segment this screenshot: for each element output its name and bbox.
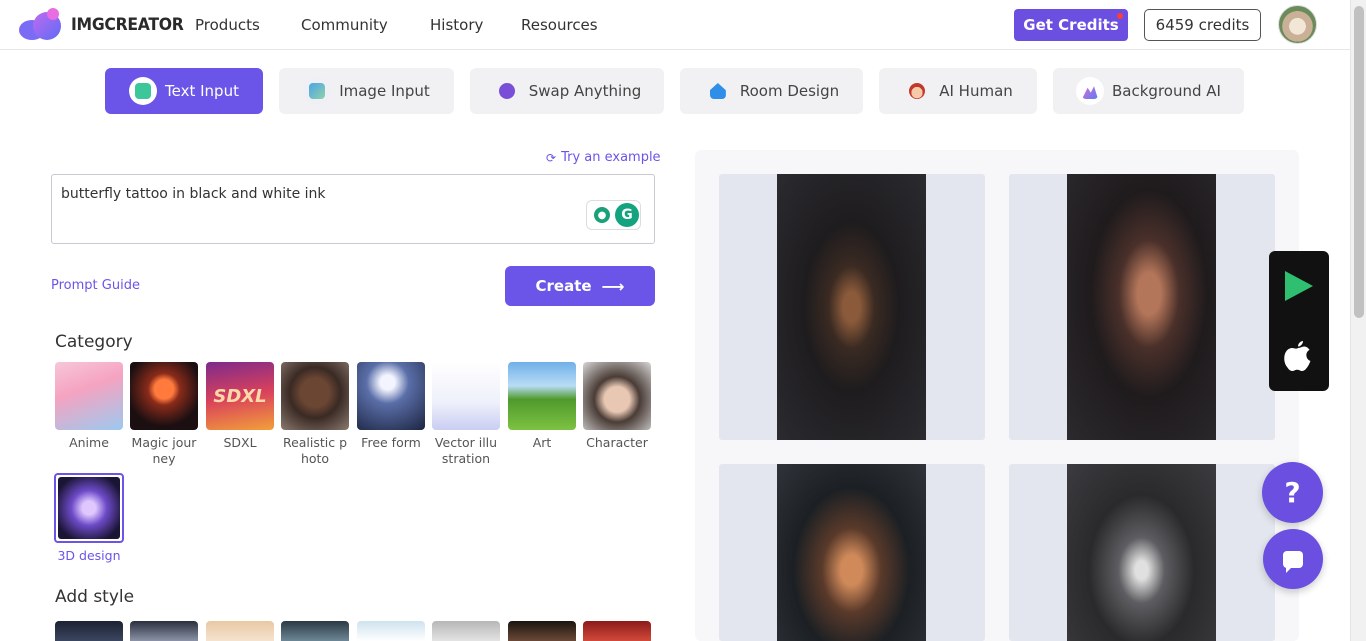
image-input-icon [303, 77, 332, 105]
apple-icon[interactable] [1284, 339, 1312, 375]
category-character[interactable]: Character [583, 362, 651, 451]
google-play-icon[interactable] [1285, 271, 1313, 301]
refresh-icon: ⟳ [546, 150, 557, 165]
chat-button[interactable] [1263, 529, 1323, 589]
category-label: Magic journey [131, 435, 197, 466]
logo-text: IMGCREATOR [71, 15, 184, 35]
nav-community[interactable]: Community [301, 16, 388, 34]
tab-label: Image Input [339, 82, 430, 100]
tab-ai-human[interactable]: AI Human [879, 68, 1037, 114]
style-thumbnail[interactable] [130, 621, 198, 641]
category-thumbnail [55, 362, 123, 430]
try-example-link[interactable]: ⟳ Try an example [546, 150, 661, 165]
category-thumbnail [583, 362, 651, 430]
category-thumbnail [54, 473, 124, 543]
results-panel [695, 150, 1299, 641]
text-input-icon [129, 77, 158, 105]
lightbulb-icon: ● [594, 207, 610, 223]
chat-bubble-icon [1283, 550, 1303, 573]
category-thumbnail [432, 362, 500, 430]
tab-swap-anything[interactable]: Swap Anything [470, 68, 664, 114]
prompt-guide-link[interactable]: Prompt Guide [51, 278, 140, 293]
category-sdxl[interactable]: SDXL SDXL [206, 362, 274, 451]
create-button[interactable]: Create ⟶ [505, 266, 655, 306]
style-thumbnail[interactable] [583, 621, 651, 641]
result-image-card[interactable] [719, 464, 985, 641]
category-art[interactable]: Art [508, 362, 576, 451]
category-label: Free form [361, 435, 421, 450]
background-ai-icon [1076, 77, 1105, 105]
result-image-card[interactable] [1009, 174, 1275, 440]
tab-label: AI Human [939, 82, 1013, 100]
prompt-textarea[interactable]: butterfly tattoo in black and white ink [51, 174, 655, 244]
style-thumbnail[interactable] [281, 621, 349, 641]
result-image-card[interactable] [1009, 464, 1275, 641]
category-label: Art [532, 435, 552, 450]
tab-label: Swap Anything [528, 82, 642, 100]
style-thumbnail[interactable] [508, 621, 576, 641]
page-scrollbar[interactable] [1350, 0, 1366, 641]
category-magic-journey[interactable]: Magic journey [130, 362, 198, 467]
get-credits-label: Get Credits [1023, 16, 1119, 34]
style-thumbnail[interactable] [432, 621, 500, 641]
result-image-card[interactable] [719, 174, 985, 440]
category-thumbnail [130, 362, 198, 430]
category-label: Anime [69, 435, 109, 450]
category-label: Character [586, 435, 648, 450]
house-icon [704, 77, 732, 105]
category-label: SDXL [223, 435, 257, 450]
tab-label: Background AI [1112, 82, 1221, 100]
credits-balance-label: 6459 credits [1155, 16, 1250, 34]
category-3d-design[interactable]: 3D design [54, 473, 124, 564]
grammarly-widget[interactable]: ● G [586, 200, 641, 230]
notification-dot [1117, 13, 1123, 19]
tab-background-ai[interactable]: Background AI [1053, 68, 1244, 114]
tab-room-design[interactable]: Room Design [680, 68, 863, 114]
tab-label: Text Input [165, 82, 239, 100]
category-title: Category [55, 332, 133, 352]
logo-mark-icon [19, 8, 65, 42]
style-thumbnail[interactable] [357, 621, 425, 641]
category-label: Vector illustration [434, 435, 498, 466]
palette-icon [493, 77, 521, 105]
style-thumbnail[interactable] [55, 621, 123, 641]
category-label: Realistic photo [282, 435, 348, 466]
prompt-text: butterfly tattoo in black and white ink [61, 186, 326, 202]
help-button[interactable]: ? [1262, 462, 1323, 523]
category-thumbnail [357, 362, 425, 430]
style-thumbnail[interactable] [206, 621, 274, 641]
credits-balance[interactable]: 6459 credits [1144, 9, 1261, 41]
category-thumbnail [508, 362, 576, 430]
category-vector-illustration[interactable]: Vector illustration [432, 362, 500, 467]
tab-image-input[interactable]: Image Input [279, 68, 454, 114]
try-example-label: Try an example [561, 150, 661, 165]
category-realistic-photo[interactable]: Realistic photo [281, 362, 349, 467]
create-label: Create [535, 277, 592, 295]
question-mark-icon: ? [1284, 476, 1301, 509]
category-label: 3D design [57, 548, 121, 563]
nav-resources[interactable]: Resources [521, 16, 598, 34]
app-download-panel [1269, 251, 1329, 391]
arrow-right-icon: ⟶ [601, 276, 625, 296]
category-anime[interactable]: Anime [55, 362, 123, 451]
nav-products[interactable]: Products [195, 16, 260, 34]
top-navigation-bar: IMGCREATOR Products Community History Re… [0, 0, 1350, 50]
grammarly-icon: G [615, 203, 639, 227]
scrollbar-thumb[interactable] [1354, 6, 1364, 318]
generated-tattoo-image [1067, 174, 1216, 440]
user-avatar[interactable] [1278, 5, 1317, 44]
human-face-icon [903, 77, 931, 105]
nav-history[interactable]: History [430, 16, 483, 34]
imgcreator-logo[interactable]: IMGCREATOR [19, 8, 193, 42]
tab-label: Room Design [739, 82, 840, 100]
generated-tattoo-image [1067, 464, 1216, 641]
generated-tattoo-image [777, 464, 926, 641]
category-thumbnail: SDXL [206, 362, 274, 430]
category-free-form[interactable]: Free form [357, 362, 425, 451]
add-style-title: Add style [55, 587, 135, 607]
tab-text-input[interactable]: Text Input [105, 68, 263, 114]
category-thumbnail [281, 362, 349, 430]
get-credits-button[interactable]: Get Credits [1014, 9, 1128, 41]
generated-tattoo-image [777, 174, 926, 440]
